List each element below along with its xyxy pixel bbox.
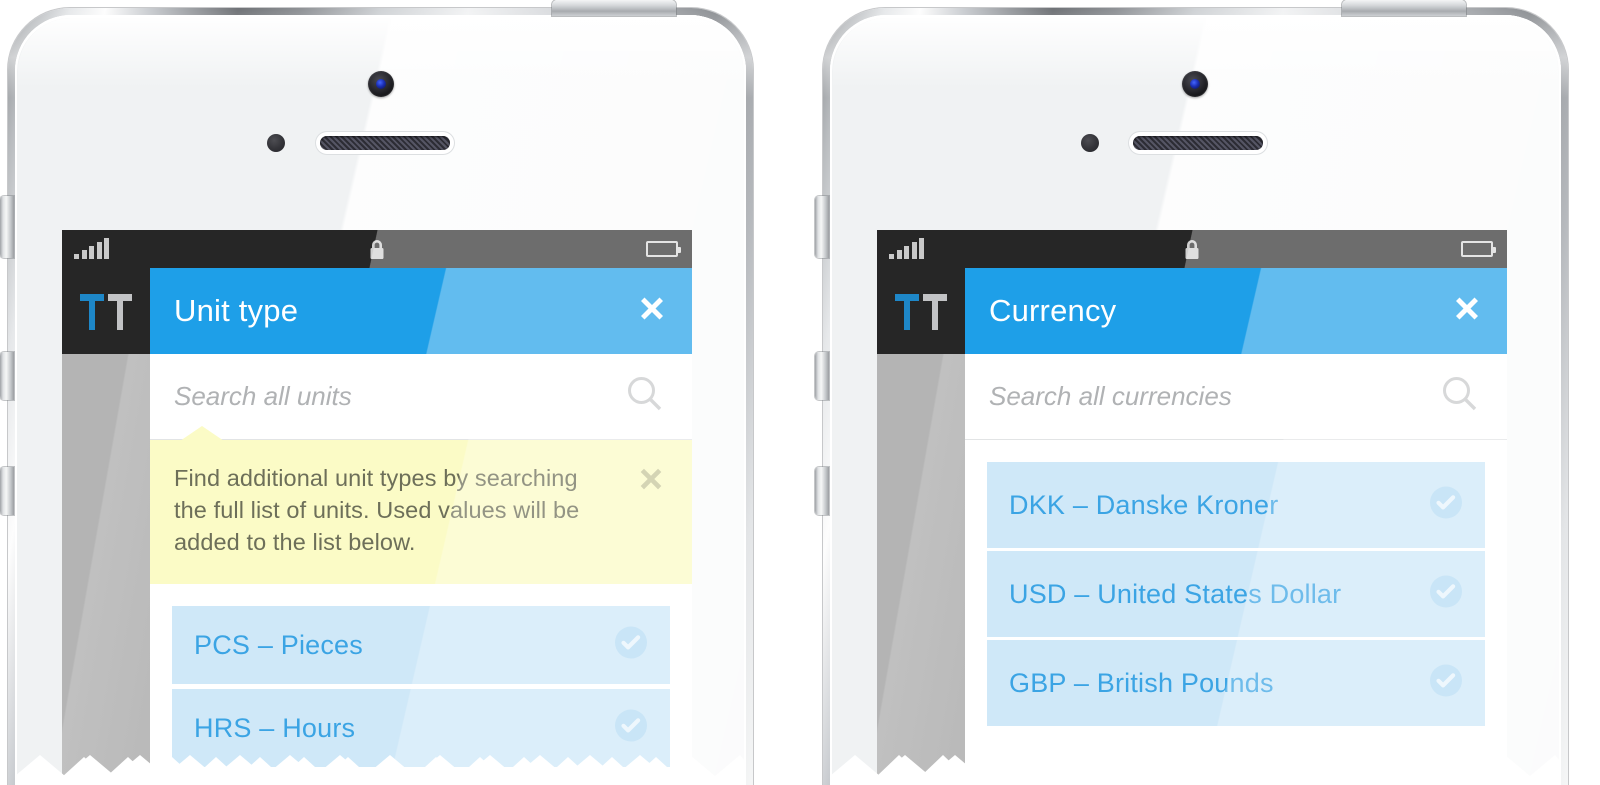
phone-device-currency: Currency Search all currencies DKK – Dan… <box>815 0 1585 785</box>
app-logo-icon <box>80 294 132 335</box>
screenshot-stage: Unit type Search all units Find addition… <box>0 0 1600 785</box>
list-item[interactable]: HRS – Hours <box>172 689 670 767</box>
proximity-sensor-icon <box>267 134 285 152</box>
phone-screen-currency: Currency Search all currencies DKK – Dan… <box>877 230 1507 785</box>
tooltip-arrow <box>180 426 224 441</box>
sidebar-rail <box>62 354 150 785</box>
status-bar-gloss <box>877 230 1507 268</box>
check-circle-icon[interactable] <box>614 626 648 665</box>
list-item-label: PCS – Pieces <box>194 629 363 660</box>
search-icon[interactable] <box>1439 373 1481 420</box>
nav-row: Unit type <box>62 268 692 354</box>
dialog-header: Currency <box>965 268 1507 354</box>
list-item[interactable]: PCS – Pieces <box>172 606 670 684</box>
phone-device-unit-type: Unit type Search all units Find addition… <box>0 0 770 785</box>
tooltip-text: Find additional unit types by searching … <box>174 465 580 555</box>
search-bar[interactable] <box>150 354 692 440</box>
mute-switch[interactable] <box>0 196 14 258</box>
check-circle-icon[interactable] <box>1429 575 1463 614</box>
dialog-panel: DKK – Danske Kroner USD – United States … <box>965 354 1507 785</box>
list-item-label: GBP – British Pounds <box>1009 667 1274 698</box>
power-button[interactable] <box>552 0 676 16</box>
list-item-label: USD – United States Dollar <box>1009 578 1342 609</box>
search-input[interactable] <box>150 381 624 412</box>
currency-list: DKK – Danske Kroner USD – United States … <box>965 440 1507 726</box>
volume-down-button[interactable] <box>0 467 14 515</box>
list-item-label: HRS – Hours <box>194 712 356 743</box>
check-circle-icon[interactable] <box>1429 664 1463 703</box>
dialog-panel: Find additional unit types by searching … <box>150 354 692 785</box>
status-bar <box>877 230 1507 268</box>
unit-type-list: PCS – Pieces HRS – Hours <box>150 584 692 767</box>
close-icon[interactable] <box>1451 293 1483 330</box>
check-circle-icon[interactable] <box>1429 486 1463 525</box>
front-camera-icon <box>368 71 394 97</box>
nav-row: Currency <box>877 268 1507 354</box>
info-tooltip: Find additional unit types by searching … <box>150 426 692 584</box>
search-bar[interactable] <box>965 354 1507 440</box>
earpiece-speaker-icon <box>320 136 450 150</box>
power-button[interactable] <box>1342 0 1466 16</box>
close-icon[interactable] <box>636 293 668 330</box>
dialog-header: Unit type <box>150 268 692 354</box>
phone-screen-unit-type: Unit type Search all units Find addition… <box>62 230 692 785</box>
volume-up-button[interactable] <box>0 352 14 400</box>
volume-up-button[interactable] <box>815 352 829 400</box>
list-item-label: DKK – Danske Kroner <box>1009 489 1279 520</box>
status-bar <box>62 230 692 268</box>
sidebar-rail <box>877 354 965 785</box>
page-title: Currency <box>989 293 1117 328</box>
app-logo-icon <box>895 294 947 335</box>
search-icon[interactable] <box>624 373 666 420</box>
page-title: Unit type <box>174 293 299 328</box>
front-camera-icon <box>1182 71 1208 97</box>
proximity-sensor-icon <box>1081 134 1099 152</box>
content-row: Find additional unit types by searching … <box>62 354 692 785</box>
app-logo-container[interactable] <box>877 268 965 354</box>
list-item[interactable]: GBP – British Pounds <box>987 640 1485 726</box>
volume-down-button[interactable] <box>815 467 829 515</box>
list-item[interactable]: USD – United States Dollar <box>987 551 1485 637</box>
content-row: DKK – Danske Kroner USD – United States … <box>877 354 1507 785</box>
status-bar-gloss <box>62 230 692 268</box>
search-input[interactable] <box>965 381 1439 412</box>
app-logo-container[interactable] <box>62 268 150 354</box>
list-item[interactable]: DKK – Danske Kroner <box>987 462 1485 548</box>
earpiece-speaker-icon <box>1133 136 1263 150</box>
check-circle-icon[interactable] <box>614 709 648 748</box>
mute-switch[interactable] <box>815 196 829 258</box>
tooltip-close-icon[interactable] <box>636 464 666 499</box>
